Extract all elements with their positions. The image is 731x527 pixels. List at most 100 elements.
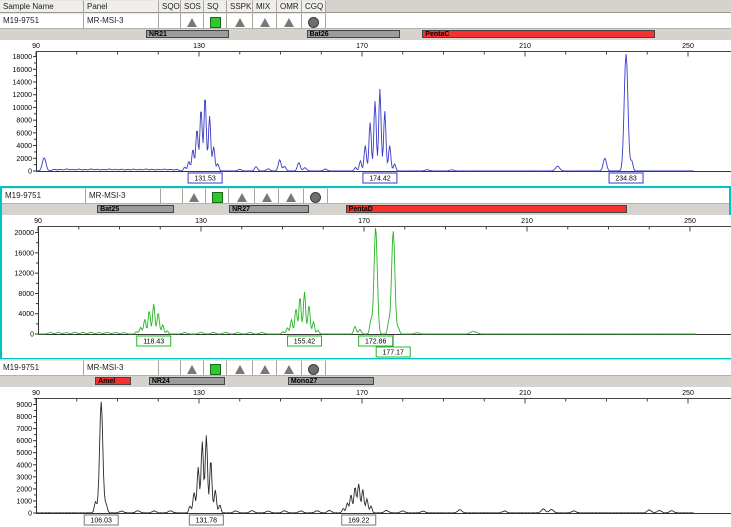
electropherogram-panel-3[interactable]: M19-9751 MR-MSI-3 Amel NR24 Mono27 90 130 170 21… [0, 360, 731, 527]
flag-cell-sspk[interactable] [229, 188, 255, 203]
peak-label-118-43[interactable]: 118.43 [136, 335, 172, 347]
flag-cell-sqo[interactable] [159, 360, 181, 375]
peak-label-234-83[interactable]: 234.83 [608, 172, 644, 184]
y-axis-tick-label: 5000 [16, 450, 32, 457]
sample-row[interactable]: M19-9751 MR-MSI-3 [0, 360, 731, 376]
y-axis-tick-label: 16000 [13, 67, 33, 74]
column-header-mix[interactable]: MIX [253, 0, 277, 12]
x-axis-tick-label: 250 [684, 218, 696, 225]
sample-row[interactable]: M19-9751 MR-MSI-3 [2, 188, 729, 204]
x-axis-tick-label: 130 [195, 218, 207, 225]
marker-bar-amel[interactable]: Amel [95, 377, 131, 385]
peak-label-text: 234.83 [615, 176, 637, 183]
y-axis-tick-label: 12000 [13, 92, 33, 99]
sample-row-filler [326, 13, 731, 28]
flag-cell-omr[interactable] [279, 188, 304, 203]
marker-bar-nr21[interactable]: NR21 [146, 30, 229, 38]
flag-cell-sq[interactable] [204, 360, 227, 375]
x-axis-tick-label: 170 [356, 390, 368, 397]
column-header-sample-name[interactable]: Sample Name [0, 0, 84, 12]
flag-cell-sqo[interactable] [161, 188, 183, 203]
electropherogram-plot[interactable]: 90 130 170 210 250 0 4000 8000 12000 16000 20000 11… [2, 215, 731, 358]
peak-label-174-42[interactable]: 174.42 [362, 172, 398, 184]
marker-row: Amel NR24 Mono27 [0, 376, 731, 387]
y-axis-tick-label: 7000 [16, 426, 32, 433]
genemapper-samples-plot-window: Sample Name Panel SQO SOS SQ SSPK MIX OMR CGQ M19… [0, 0, 731, 527]
column-header-sqo[interactable]: SQO [159, 0, 181, 12]
column-header-panel[interactable]: Panel [84, 0, 159, 12]
panel-name-cell[interactable]: MR-MSI-3 [84, 360, 159, 375]
y-axis-tick-label: 4000 [16, 462, 32, 469]
sample-name-cell[interactable]: M19-9751 [2, 188, 86, 203]
marker-bar-nr27[interactable]: NR27 [229, 205, 310, 213]
y-axis-tick-label: 12000 [15, 271, 35, 278]
header-filler [326, 0, 731, 12]
x-axis-tick-label: 90 [32, 43, 40, 50]
mix-warning-triangle-icon [259, 364, 270, 374]
flag-cell-cgq[interactable] [302, 360, 326, 375]
flag-cell-sspk[interactable] [227, 13, 253, 28]
omr-warning-triangle-icon [284, 17, 294, 27]
sample-table-header: Sample Name Panel SQO SOS SQ SSPK MIX OMR CGQ [0, 0, 731, 13]
y-axis-tick-label: 0 [30, 332, 34, 339]
flag-cell-omr[interactable] [277, 360, 302, 375]
panel-name-cell[interactable]: MR-MSI-3 [86, 188, 161, 203]
y-axis-tick-label: 8000 [16, 118, 32, 125]
flag-cell-sqo[interactable] [159, 13, 181, 28]
y-axis-tick-label: 2000 [16, 156, 32, 163]
marker-bar-pentad[interactable]: PentaD [345, 205, 628, 213]
y-axis-tick-label: 0 [28, 511, 32, 518]
marker-bar-nr24[interactable]: NR24 [148, 377, 226, 385]
flag-cell-sq[interactable] [204, 13, 227, 28]
peak-label-131-78[interactable]: 131.78 [188, 514, 224, 526]
y-axis-tick-label: 0 [28, 169, 32, 176]
column-header-sos[interactable]: SOS [181, 0, 204, 12]
peak-label-text: 131.78 [196, 518, 218, 525]
flag-cell-sq[interactable] [206, 188, 229, 203]
peak-label-169-22[interactable]: 169.22 [341, 514, 377, 526]
column-header-cgq[interactable]: CGQ [302, 0, 326, 12]
column-header-sspk[interactable]: SSPK [227, 0, 253, 12]
flag-cell-sos[interactable] [181, 360, 204, 375]
peak-label-131-53[interactable]: 131.53 [187, 172, 223, 184]
x-axis-tick-label: 210 [521, 218, 533, 225]
flag-cell-mix[interactable] [253, 13, 277, 28]
sample-row[interactable]: M19-9751 MR-MSI-3 [0, 13, 731, 29]
x-axis-tick-label: 210 [519, 390, 531, 397]
electropherogram-panel-2[interactable]: M19-9751 MR-MSI-3 Bat25 NR27 PentaD 90 130 170 2… [0, 186, 731, 359]
marker-bar-mono27[interactable]: Mono27 [287, 377, 375, 385]
electropherogram-panel-1[interactable]: M19-9751 MR-MSI-3 NR21 Bat26 PentaC 90 130 170 2… [0, 13, 731, 186]
mix-warning-triangle-icon [261, 192, 272, 202]
y-axis-tick-label: 8000 [16, 414, 32, 421]
peak-label-106-03[interactable]: 106.03 [83, 514, 119, 526]
sspk-warning-triangle-icon [234, 364, 245, 374]
flag-cell-sos[interactable] [181, 13, 204, 28]
flag-cell-cgq[interactable] [302, 13, 326, 28]
mix-warning-triangle-icon [259, 17, 270, 27]
x-axis-tick-label: 170 [356, 43, 368, 50]
panel-name-cell[interactable]: MR-MSI-3 [84, 13, 159, 28]
y-axis-tick-label: 20000 [15, 230, 35, 237]
flag-cell-omr[interactable] [277, 13, 302, 28]
flag-cell-mix[interactable] [255, 188, 279, 203]
marker-row: Bat25 NR27 PentaD [2, 204, 729, 215]
flag-cell-cgq[interactable] [304, 188, 328, 203]
marker-bar-bat25[interactable]: Bat25 [97, 205, 175, 213]
column-header-sq[interactable]: SQ [204, 0, 227, 12]
sample-name-cell[interactable]: M19-9751 [0, 13, 84, 28]
peak-label-172-86[interactable]: 172.86 [358, 335, 394, 347]
flag-cell-sspk[interactable] [227, 360, 253, 375]
sample-name-cell[interactable]: M19-9751 [0, 360, 84, 375]
marker-bar-pentac[interactable]: PentaC [422, 30, 656, 38]
omr-warning-triangle-icon [286, 192, 296, 202]
peak-label-text: 118.43 [143, 339, 164, 346]
electropherogram-plot[interactable]: 90 130 170 210 250 0 1000 2000 3000 4000 5000 6000 7… [0, 387, 731, 527]
y-axis-tick-label: 6000 [16, 438, 32, 445]
electropherogram-plot[interactable]: 90 130 170 210 250 0 2000 4000 6000 8000 10000 1200… [0, 40, 731, 186]
y-axis-tick-label: 4000 [18, 311, 34, 318]
flag-cell-sos[interactable] [183, 188, 206, 203]
peak-label-155-42[interactable]: 155.42 [287, 335, 323, 347]
marker-bar-bat26[interactable]: Bat26 [306, 30, 401, 38]
column-header-omr[interactable]: OMR [277, 0, 302, 12]
flag-cell-mix[interactable] [253, 360, 277, 375]
